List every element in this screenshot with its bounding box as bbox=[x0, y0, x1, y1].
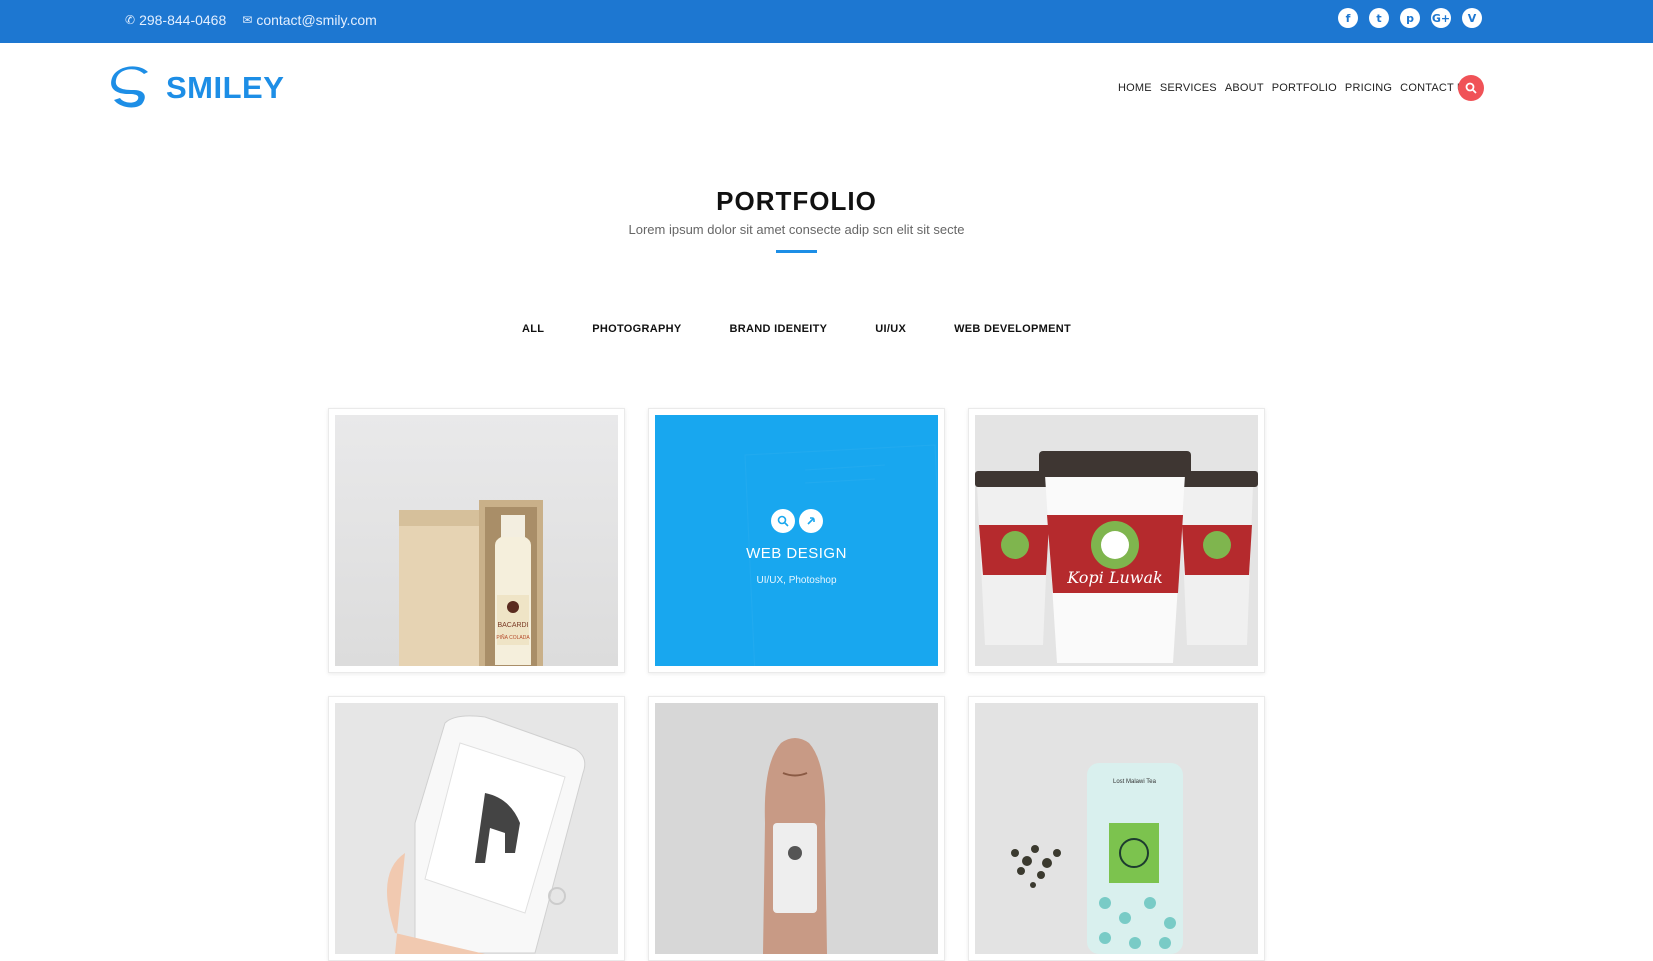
portfolio-image-phone bbox=[335, 703, 618, 954]
filter-photography[interactable]: PHOTOGRAPHY bbox=[592, 323, 681, 335]
filter-brand-identity[interactable]: BRAND IDENEITY bbox=[730, 323, 828, 335]
facebook-icon[interactable]: f bbox=[1338, 8, 1358, 28]
portfolio-item[interactable]: Lost Malawi Tea bbox=[968, 696, 1265, 961]
nav-services[interactable]: SERVICES bbox=[1160, 82, 1217, 94]
main-nav: HOME SERVICES ABOUT PORTFOLIO PRICING CO… bbox=[1118, 82, 1473, 94]
search-button[interactable] bbox=[1458, 75, 1484, 101]
hover-overlay: WEB DESIGN UI/UX, Photoshop bbox=[655, 415, 938, 666]
bottle-box-image: BACARDI PIÑA COLADA bbox=[335, 415, 618, 666]
filter-all[interactable]: ALL bbox=[522, 323, 544, 335]
portfolio-item[interactable] bbox=[648, 696, 945, 961]
site-logo[interactable]: SMILEY bbox=[108, 66, 284, 110]
portfolio-item-title: WEB DESIGN bbox=[746, 545, 847, 562]
portfolio-image-coffee: Kopi Luwak bbox=[975, 415, 1258, 666]
tea-label: Lost Malawi Tea bbox=[1113, 779, 1157, 785]
email-contact[interactable]: ✉ contact@smily.com bbox=[242, 12, 377, 28]
zoom-icon[interactable] bbox=[770, 509, 795, 533]
google-plus-icon[interactable]: G+ bbox=[1431, 8, 1451, 28]
portfolio-filters: ALL PHOTOGRAPHY BRAND IDENEITY UI/UX WEB… bbox=[0, 323, 1593, 335]
portfolio-item-active[interactable]: WEB DESIGN UI/UX, Photoshop bbox=[648, 408, 945, 673]
vimeo-icon[interactable]: V bbox=[1462, 8, 1482, 28]
filter-ui-ux[interactable]: UI/UX bbox=[875, 323, 906, 335]
social-links: f t p G+ V bbox=[1338, 8, 1482, 28]
portfolio-image-web-design: WEB DESIGN UI/UX, Photoshop bbox=[655, 415, 938, 666]
portfolio-image-bag bbox=[655, 703, 938, 954]
section-title: PORTFOLIO bbox=[716, 186, 877, 216]
portfolio-item[interactable]: BACARDI PIÑA COLADA bbox=[328, 408, 625, 673]
envelope-icon: ✉ bbox=[242, 13, 253, 27]
tea-canister-image: Lost Malawi Tea bbox=[975, 703, 1258, 954]
coffee-brand-text: Kopi Luwak bbox=[1066, 568, 1162, 587]
brand-name: SMILEY bbox=[166, 70, 285, 105]
nav-home[interactable]: HOME bbox=[1118, 82, 1152, 94]
section-subtitle: Lorem ipsum dolor sit amet consecte adip… bbox=[628, 222, 965, 237]
phone-mockup-image bbox=[335, 703, 618, 954]
contact-info: ✆ 298-844-0468 ✉ contact@smily.com bbox=[125, 12, 377, 28]
bottle-label: BACARDI bbox=[497, 622, 528, 629]
bottle-sublabel: PIÑA COLADA bbox=[496, 634, 530, 641]
portfolio-item[interactable] bbox=[328, 696, 625, 961]
twitter-icon[interactable]: t bbox=[1369, 8, 1389, 28]
pinterest-icon[interactable]: p bbox=[1400, 8, 1420, 28]
nav-portfolio[interactable]: PORTFOLIO bbox=[1272, 82, 1337, 94]
phone-number: 298-844-0468 bbox=[139, 12, 227, 28]
nav-about[interactable]: ABOUT bbox=[1225, 82, 1264, 94]
link-icon[interactable] bbox=[798, 509, 823, 533]
search-icon bbox=[1465, 82, 1477, 94]
portfolio-item[interactable]: Kopi Luwak bbox=[968, 408, 1265, 673]
phone-contact[interactable]: ✆ 298-844-0468 bbox=[125, 12, 226, 28]
gift-bag-image bbox=[655, 703, 938, 954]
nav-pricing[interactable]: PRICING bbox=[1345, 82, 1392, 94]
portfolio-image-tea: Lost Malawi Tea bbox=[975, 703, 1258, 954]
phone-icon: ✆ bbox=[125, 13, 136, 27]
title-divider bbox=[776, 250, 817, 253]
filter-web-development[interactable]: WEB DEVELOPMENT bbox=[954, 323, 1071, 335]
portfolio-image-bottle: BACARDI PIÑA COLADA bbox=[335, 415, 618, 666]
coffee-cups-image: Kopi Luwak bbox=[975, 415, 1258, 666]
smiley-logo-icon bbox=[111, 66, 148, 108]
top-bar: ✆ 298-844-0468 ✉ contact@smily.com f t p… bbox=[0, 0, 1653, 43]
portfolio-item-tags: UI/UX, Photoshop bbox=[756, 575, 837, 586]
email-address: contact@smily.com bbox=[256, 12, 377, 28]
